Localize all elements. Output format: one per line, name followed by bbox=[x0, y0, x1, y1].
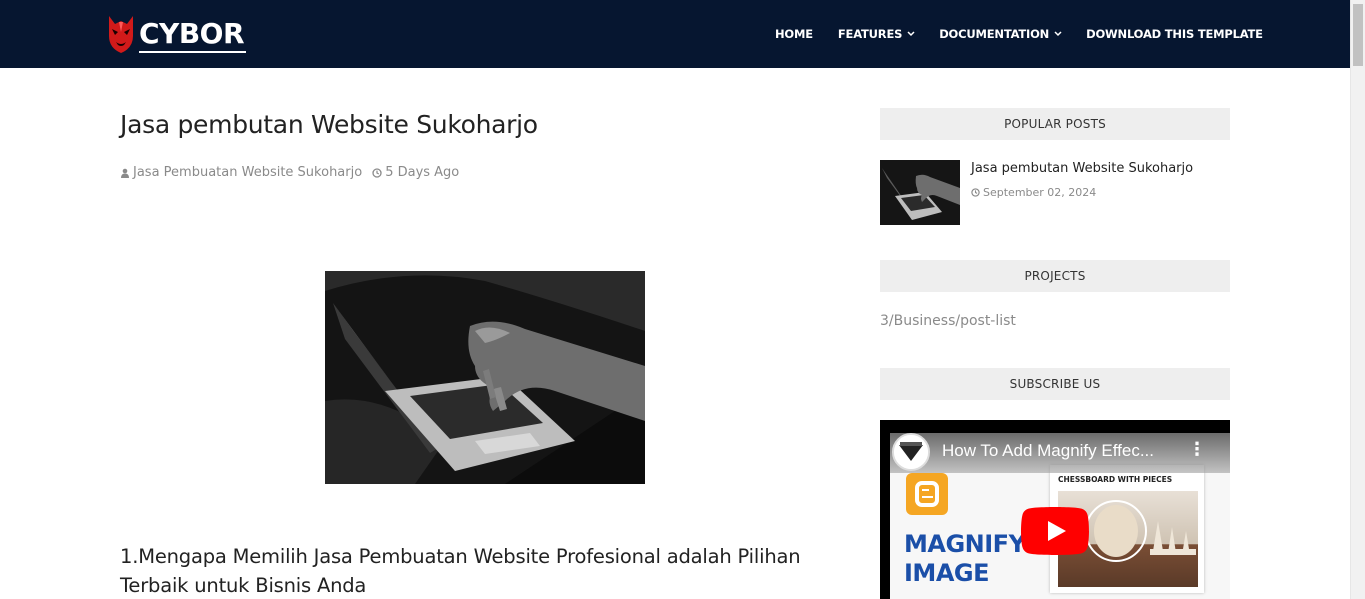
post-featured-image bbox=[325, 271, 645, 484]
popular-post-date: September 02, 2024 bbox=[971, 186, 1096, 199]
youtube-play-icon[interactable] bbox=[1021, 507, 1089, 555]
projects-shortcode-text: 3/Business/post-list bbox=[880, 313, 1016, 329]
laptop-photo bbox=[325, 271, 645, 484]
logo-text: CYBOR bbox=[139, 17, 247, 53]
post-section-heading: 1.Mengapa Memilih Jasa Pembuatan Website… bbox=[120, 545, 801, 597]
nav-home-label: HOME bbox=[775, 27, 813, 41]
nav-documentation-label: DOCUMENTATION bbox=[939, 27, 1050, 41]
chevron-down-icon bbox=[907, 31, 915, 37]
clock-icon bbox=[372, 167, 382, 178]
nav-features-label: FEATURES bbox=[837, 27, 903, 41]
nav-home[interactable]: HOME bbox=[775, 24, 813, 44]
post-author-name: Jasa Pembuatan Website Sukoharjo bbox=[133, 165, 363, 180]
channel-avatar[interactable] bbox=[892, 433, 930, 471]
popular-post-title[interactable]: Jasa pembutan Website Sukoharjo bbox=[971, 161, 1193, 176]
mask-logo-icon bbox=[109, 16, 133, 53]
youtube-video-embed[interactable]: MAGNIFY IMAGE CHESSBOARD WITH PIECES How… bbox=[880, 420, 1230, 599]
post-author[interactable]: Jasa Pembuatan Website Sukoharjo bbox=[120, 165, 362, 180]
post-time-ago: 5 Days Ago bbox=[385, 165, 460, 180]
video-thumbnail: MAGNIFY IMAGE CHESSBOARD WITH PIECES How… bbox=[890, 433, 1230, 599]
nav-documentation[interactable]: DOCUMENTATION bbox=[939, 24, 1062, 44]
blogger-logo-icon bbox=[906, 473, 948, 515]
laptop-thumbnail-photo bbox=[880, 160, 960, 225]
projects-heading: PROJECTS bbox=[880, 260, 1230, 292]
nav-download-template[interactable]: DOWNLOAD THIS TEMPLATE bbox=[1086, 24, 1263, 44]
popular-posts-heading: POPULAR POSTS bbox=[880, 108, 1230, 140]
chevron-down-icon bbox=[1054, 31, 1062, 37]
nav-download-label: DOWNLOAD THIS TEMPLATE bbox=[1086, 27, 1263, 41]
post-meta: Jasa Pembuatan Website Sukoharjo 5 Days … bbox=[120, 165, 459, 180]
nav-features[interactable]: FEATURES bbox=[838, 24, 915, 44]
subscribe-heading: SUBSCRIBE US bbox=[880, 368, 1230, 400]
popular-post-thumbnail[interactable] bbox=[880, 160, 960, 225]
post-title: Jasa pembutan Website Sukoharjo bbox=[120, 110, 538, 139]
clock-icon bbox=[971, 188, 980, 197]
main-nav: HOME FEATURES DOCUMENTATION DOWNLOAD THI… bbox=[775, 24, 1263, 44]
user-icon bbox=[121, 168, 129, 178]
chessboard-card-label: CHESSBOARD WITH PIECES bbox=[1058, 475, 1173, 484]
video-title[interactable]: How To Add Magnify Effec... bbox=[942, 441, 1154, 461]
page-scrollbar[interactable] bbox=[1350, 0, 1365, 599]
popular-post-date-text: September 02, 2024 bbox=[983, 186, 1097, 199]
post-date: 5 Days Ago bbox=[372, 165, 459, 180]
site-logo[interactable]: CYBOR bbox=[106, 13, 247, 55]
scrollbar-thumb[interactable] bbox=[1353, 4, 1363, 66]
site-header: CYBOR HOME FEATURES DOCUMENTATION DOWNLO… bbox=[0, 0, 1350, 68]
more-options-icon[interactable]: ⋮ bbox=[1188, 441, 1206, 459]
